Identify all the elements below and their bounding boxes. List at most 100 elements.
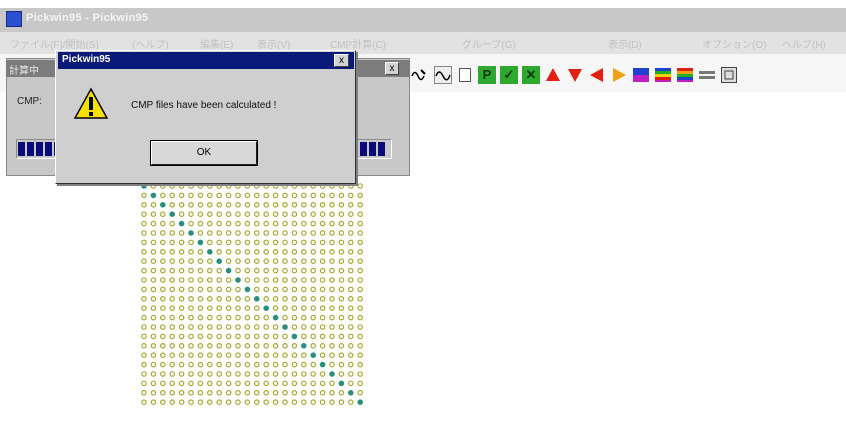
window-icon[interactable] — [720, 66, 738, 84]
matrix-point — [169, 192, 176, 199]
matrix-point — [197, 192, 204, 199]
matrix-point — [188, 201, 194, 208]
matrix-point — [178, 361, 185, 368]
matrix-point — [244, 314, 251, 321]
matrix-point — [348, 277, 354, 283]
matrix-point — [207, 399, 213, 406]
matrix-point — [254, 201, 260, 208]
color-bar-rainbow-icon[interactable] — [676, 66, 694, 84]
menu-item-edit[interactable]: 編集(E) — [200, 36, 233, 51]
dialog-close-button[interactable]: x — [334, 54, 349, 67]
matrix-point — [357, 277, 364, 283]
progress-segment — [369, 142, 376, 156]
matrix-point — [141, 258, 147, 265]
matrix-point — [150, 286, 157, 293]
color-bar-multi-icon[interactable] — [654, 66, 672, 84]
matrix-point — [188, 296, 194, 302]
matrix-point — [188, 314, 194, 321]
matrix-point — [150, 390, 157, 396]
menu-item-help[interactable]: (ヘルプ) — [132, 36, 169, 51]
matrix-point — [272, 220, 279, 227]
matrix-point — [310, 333, 317, 340]
menu-item-view[interactable]: 表示(V) — [257, 36, 290, 51]
triangle-right-icon[interactable] — [610, 66, 628, 84]
matrix-point — [197, 296, 204, 302]
wave-cursor-icon[interactable] — [410, 66, 428, 84]
menu-item-display[interactable]: 表示(D) — [608, 36, 642, 51]
progress-close-button[interactable]: x — [385, 62, 399, 75]
matrix-point — [319, 380, 326, 387]
wave-icon[interactable] — [434, 66, 452, 84]
menu-item-cmp[interactable]: CMP計算(C) — [330, 36, 386, 51]
matrix-point — [329, 352, 335, 359]
matrix-point — [150, 201, 157, 208]
matrix-point — [310, 183, 317, 189]
matrix-point — [244, 211, 251, 218]
matrix-point — [225, 361, 232, 368]
matrix-point — [169, 296, 176, 302]
matrix-point — [225, 211, 232, 218]
matrix-point — [159, 343, 166, 349]
matrix-point — [188, 183, 194, 189]
triangle-left-icon[interactable] — [588, 66, 606, 84]
triangle-down-icon[interactable] — [566, 66, 584, 84]
matrix-point — [272, 333, 279, 340]
matrix-point — [169, 343, 176, 349]
matrix-point — [329, 324, 335, 330]
matrix-point — [272, 361, 279, 368]
matrix-point — [357, 249, 364, 255]
matrix-point — [159, 305, 166, 312]
matrix-point — [159, 183, 166, 189]
check-icon[interactable]: ✓ — [500, 66, 518, 84]
matrix-point — [225, 192, 232, 199]
matrix-point — [254, 183, 260, 189]
matrix-diagonal-point — [169, 211, 176, 218]
progress-segment — [378, 142, 385, 156]
matrix-point — [319, 201, 326, 208]
matrix-point — [207, 361, 213, 368]
matrix-point — [263, 296, 270, 302]
matrix-point — [216, 249, 223, 255]
matrix-point — [357, 343, 364, 349]
menu-item-file[interactable]: ファイル(F)/開始(S) — [10, 36, 99, 51]
p-icon[interactable]: P — [478, 66, 496, 84]
matrix-point — [197, 343, 204, 349]
progress-segment — [45, 142, 52, 156]
matrix-point — [319, 286, 326, 293]
matrix-point — [310, 258, 317, 265]
matrix-point — [263, 380, 270, 387]
menu-item-help2[interactable]: ヘルプ(H) — [782, 36, 826, 51]
matrix-point — [244, 371, 251, 377]
app-icon — [6, 11, 22, 27]
page-icon[interactable] — [456, 66, 474, 84]
matrix-point — [169, 286, 176, 293]
matrix-point — [301, 296, 307, 302]
menu-item-options[interactable]: オプション(O) — [702, 36, 766, 51]
matrix-point — [178, 239, 185, 246]
matrix-point — [272, 324, 279, 330]
color-bar-blue-icon[interactable] — [632, 66, 650, 84]
matrix-point — [319, 267, 326, 274]
matrix-diagonal-point — [207, 249, 213, 255]
matrix-point — [244, 220, 251, 227]
matrix-point — [188, 239, 194, 246]
matrix-point — [159, 324, 166, 330]
matrix-point — [188, 211, 194, 218]
matrix-point — [272, 343, 279, 349]
matrix-diagonal-point — [244, 286, 251, 293]
menu-item-group[interactable]: グループ(G) — [462, 36, 516, 51]
ok-button[interactable]: OK — [150, 140, 258, 166]
matrix-point — [244, 305, 251, 312]
matrix-point — [169, 258, 176, 265]
triangle-up-icon[interactable] — [544, 66, 562, 84]
matrix-point — [159, 390, 166, 396]
matrix-point — [188, 267, 194, 274]
cross-icon[interactable]: ✕ — [522, 66, 540, 84]
cmp-matrix-plot — [141, 183, 364, 406]
matrix-point — [263, 183, 270, 189]
matrix-point — [244, 183, 251, 189]
matrix-point — [225, 333, 232, 340]
grey-bar-icon[interactable] — [698, 66, 716, 84]
matrix-point — [263, 258, 270, 265]
matrix-point — [357, 305, 364, 312]
